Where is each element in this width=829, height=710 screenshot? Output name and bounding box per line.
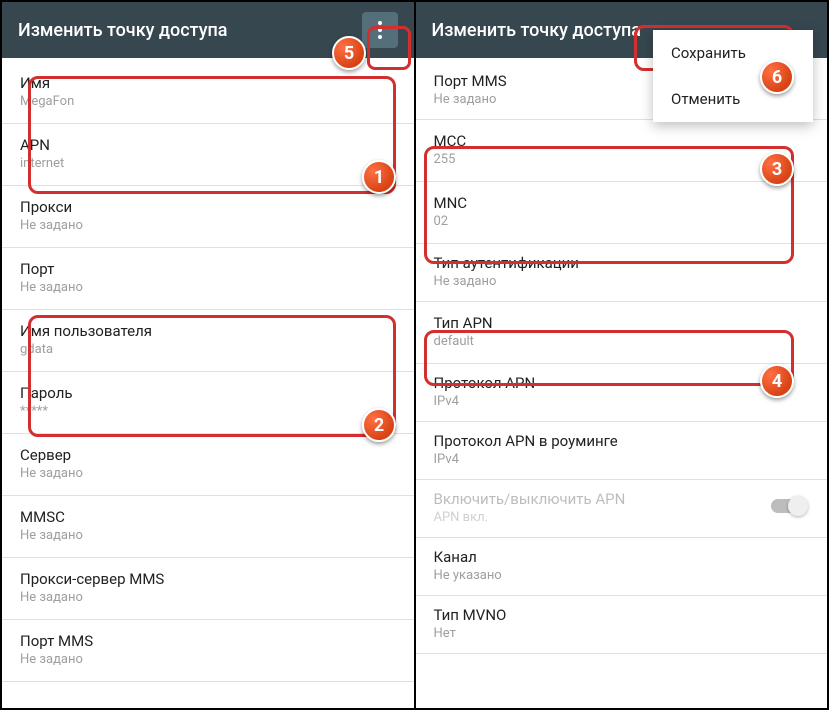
row-label: MNC (434, 194, 810, 212)
more-options-button[interactable] (362, 12, 398, 48)
row-value: Не задано (20, 218, 396, 233)
row-value: Нет (434, 626, 810, 641)
row-label: Имя (20, 74, 396, 92)
phone-left: Изменить точку доступа Имя MegaFon APN i… (2, 2, 416, 708)
row-value: Не задано (20, 652, 396, 667)
row-apn-enable: Включить/выключить APN APN вкл. (416, 480, 828, 538)
row-mms-port[interactable]: Порт MMS Не задано (2, 620, 414, 682)
row-mmsc[interactable]: MMSC Не задано (2, 496, 414, 558)
row-label: Тип MVNO (434, 606, 810, 624)
row-value: gdata (20, 342, 396, 357)
row-value: Не задано (20, 280, 396, 295)
row-label: Прокси-сервер MMS (20, 570, 396, 588)
row-value: MegaFon (20, 94, 396, 109)
row-port[interactable]: Порт Не задано (2, 248, 414, 310)
menu-cancel[interactable]: Отменить (653, 76, 813, 122)
row-value: Не задано (20, 590, 396, 605)
row-label: Канал (434, 548, 810, 566)
row-value: Не задано (20, 466, 396, 481)
row-label: MMSC (20, 508, 396, 526)
row-value: Не задано (20, 528, 396, 543)
row-bearer[interactable]: Канал Не указано (416, 538, 828, 596)
row-apn-roaming-protocol[interactable]: Протокол APN в роуминге IPv4 (416, 422, 828, 480)
row-value: 255 (434, 152, 810, 167)
menu-save[interactable]: Сохранить (653, 30, 813, 76)
row-name[interactable]: Имя MegaFon (2, 62, 414, 124)
row-value: Не задано (434, 274, 810, 289)
row-label: Сервер (20, 446, 396, 464)
row-label: Порт (20, 260, 396, 278)
row-label: MCC (434, 132, 810, 150)
row-label: Тип APN (434, 314, 810, 332)
phone-right: Изменить точку доступа Сохранить Отменит… (416, 2, 828, 708)
row-username[interactable]: Имя пользователя gdata (2, 310, 414, 372)
row-label: Имя пользователя (20, 322, 396, 340)
more-vertical-icon (378, 21, 382, 39)
row-label: Пароль (20, 384, 396, 402)
row-mms-proxy[interactable]: Прокси-сервер MMS Не задано (2, 558, 414, 620)
settings-list-left: Имя MegaFon APN internet Прокси Не задан… (2, 58, 414, 708)
row-label: Включить/выключить APN (434, 490, 810, 508)
row-label: Прокси (20, 198, 396, 216)
row-value: IPv4 (434, 452, 810, 467)
row-label: Тип аутентификации (434, 254, 810, 272)
row-label: Протокол APN (434, 374, 810, 392)
row-mcc[interactable]: MCC 255 (416, 120, 828, 182)
row-value: IPv4 (434, 394, 810, 409)
appbar-title-left: Изменить точку доступа (18, 20, 362, 41)
row-label: APN (20, 136, 396, 154)
row-mnc[interactable]: MNC 02 (416, 182, 828, 244)
apn-enable-toggle (771, 499, 805, 513)
row-auth-type[interactable]: Тип аутентификации Не задано (416, 244, 828, 302)
appbar-left: Изменить точку доступа (2, 2, 414, 58)
row-apn[interactable]: APN internet (2, 124, 414, 186)
row-mvno-type[interactable]: Тип MVNO Нет (416, 596, 828, 654)
row-value: Не указано (434, 568, 810, 583)
row-proxy[interactable]: Прокси Не задано (2, 186, 414, 248)
overflow-menu: Сохранить Отменить (653, 30, 813, 122)
settings-list-right: Порт MMS Не задано MCC 255 MNC 02 Тип ау… (416, 58, 828, 708)
row-label: Протокол APN в роуминге (434, 432, 810, 450)
row-password[interactable]: Пароль ***** (2, 372, 414, 434)
row-value: internet (20, 156, 396, 171)
row-value: ***** (20, 404, 396, 419)
row-value: default (434, 334, 810, 349)
row-apn-protocol[interactable]: Протокол APN IPv4 (416, 364, 828, 422)
row-value: 02 (434, 214, 810, 229)
row-label: Порт MMS (20, 632, 396, 650)
row-server[interactable]: Сервер Не задано (2, 434, 414, 496)
row-apn-type[interactable]: Тип APN default (416, 302, 828, 364)
row-value: APN вкл. (434, 510, 810, 525)
